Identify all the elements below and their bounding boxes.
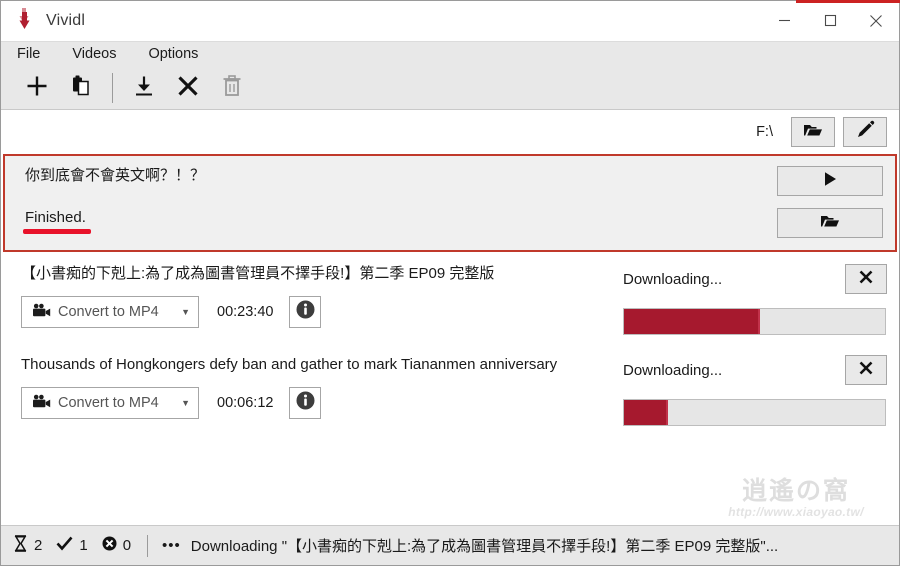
running-count: 2 <box>34 537 43 554</box>
download-progress-fill <box>624 400 669 425</box>
download-item[interactable]: 【小書痴的下剋上:為了成為圖書管理員不擇手段!】第二季 EP09 完整版 Con… <box>1 252 899 347</box>
info-button[interactable] <box>289 387 322 419</box>
duration-label: 00:06:12 <box>217 395 274 411</box>
delete-button[interactable] <box>210 71 254 105</box>
movie-camera-icon <box>32 303 51 322</box>
info-button[interactable] <box>289 296 322 328</box>
close-x-icon <box>858 269 874 290</box>
download-status: Downloading... <box>623 361 723 379</box>
watermark-logo: 逍遙の窩 <box>741 476 850 505</box>
close-x-icon <box>858 360 874 381</box>
download-path-row: F:\ <box>1 110 899 154</box>
download-button[interactable] <box>122 71 166 105</box>
download-progress-bar <box>623 308 886 335</box>
menu-item-videos[interactable]: Videos <box>68 44 128 65</box>
menu-bar: File Videos Options <box>1 41 899 67</box>
browse-folder-button[interactable] <box>791 117 835 147</box>
convert-format-dropdown[interactable]: Convert to MP4 ▼ <box>21 387 199 419</box>
convert-label: Convert to MP4 <box>58 304 159 320</box>
completed-count-group: 1 <box>56 536 88 555</box>
close-button[interactable] <box>853 1 899 41</box>
vividl-window: Vividl File Videos Options F:\ 你到底會不會英文啊… <box>0 0 900 566</box>
maximize-button[interactable] <box>807 1 853 41</box>
movie-camera-icon <box>32 394 51 413</box>
open-containing-folder-button[interactable] <box>777 208 883 238</box>
toolbar <box>1 67 899 110</box>
status-underline <box>23 229 91 234</box>
cancel-download-button[interactable] <box>845 355 887 385</box>
download-title: Thousands of Hongkongers defy ban and ga… <box>21 356 558 373</box>
play-button[interactable] <box>777 166 883 196</box>
completed-count: 1 <box>79 537 88 554</box>
open-folder-icon <box>803 122 823 143</box>
cancel-button[interactable] <box>166 71 210 105</box>
window-controls <box>761 1 899 41</box>
download-icon <box>132 74 156 103</box>
status-message: Downloading "【小書痴的下剋上:為了成為圖書管理員不擇手段!】第二季… <box>190 538 779 555</box>
cancel-download-button[interactable] <box>845 264 887 294</box>
add-button[interactable] <box>15 71 59 105</box>
hourglass-icon <box>13 535 28 556</box>
cancel-icon <box>176 74 200 103</box>
download-title: 【小書痴的下剋上:為了成為圖書管理員不擇手段!】第二季 EP09 完整版 <box>21 265 495 282</box>
failed-count-group: 0 <box>102 536 131 555</box>
status-separator <box>147 534 149 557</box>
pencil-icon <box>855 120 875 145</box>
menu-item-file[interactable]: File <box>13 44 52 65</box>
convert-format-dropdown[interactable]: Convert to MP4 ▼ <box>21 296 199 328</box>
watermark: 逍遙の窩 http://www.xiaoyao.tw/ <box>711 471 881 519</box>
minimize-button[interactable] <box>761 1 807 41</box>
download-progress-bar <box>623 399 886 426</box>
watermark-url: http://www.xiaoyao.tw/ <box>728 505 864 519</box>
vividl-heart-logo-icon <box>11 7 37 34</box>
edit-path-button[interactable] <box>843 117 887 147</box>
trash-icon <box>220 74 244 103</box>
failed-count: 0 <box>122 537 132 554</box>
download-status: Downloading... <box>623 270 723 288</box>
downloads-list[interactable]: 你到底會不會英文啊？！？ Finished. 【小書痴的下剋上:為了成為圖書管理… <box>1 154 899 525</box>
toolbar-separator <box>112 73 113 103</box>
activity-dots-icon: ••• <box>162 537 181 554</box>
paste-clipboard-icon <box>69 74 93 103</box>
info-icon <box>296 391 315 415</box>
window-title: Vividl <box>46 11 86 29</box>
download-item[interactable]: Thousands of Hongkongers defy ban and ga… <box>1 347 899 438</box>
add-icon <box>25 74 49 103</box>
paste-clipboard-button[interactable] <box>59 71 103 105</box>
download-title: 你到底會不會英文啊？！？ <box>25 167 206 184</box>
error-circle-icon <box>102 536 117 555</box>
info-icon <box>296 300 315 324</box>
download-path-label: F:\ <box>756 124 773 140</box>
open-folder-icon <box>819 213 841 234</box>
download-item-selected[interactable]: 你到底會不會英文啊？！？ Finished. <box>3 154 897 252</box>
convert-label: Convert to MP4 <box>58 395 159 411</box>
download-status: Finished. <box>25 209 86 226</box>
chevron-down-icon: ▼ <box>181 398 190 408</box>
checkmark-icon <box>56 536 73 555</box>
play-triangle-icon <box>821 170 839 193</box>
download-progress-fill <box>624 309 760 334</box>
chevron-down-icon: ▼ <box>181 307 190 317</box>
title-bar: Vividl <box>1 1 899 41</box>
duration-label: 00:23:40 <box>217 304 274 320</box>
running-count-group: 2 <box>13 535 42 556</box>
status-bar: 2 1 0 ••• Downloading "【小書痴的下剋上:為了成為圖書管理… <box>1 525 899 565</box>
menu-item-options[interactable]: Options <box>144 44 210 65</box>
